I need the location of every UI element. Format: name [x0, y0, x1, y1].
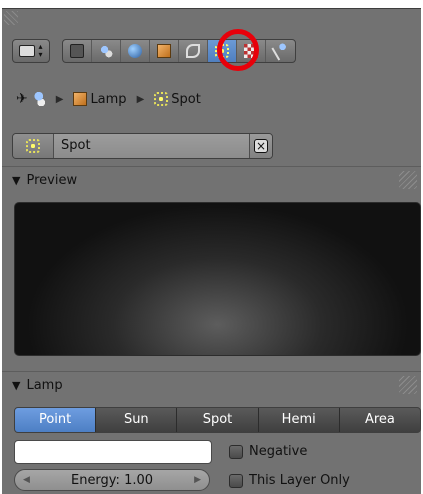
checkbox-label: Negative [249, 444, 308, 459]
tab-render-layers[interactable] [92, 40, 121, 62]
lamp-object-icon [73, 92, 88, 106]
tab-constraints[interactable] [179, 40, 208, 62]
lamp-type-selector: Point Sun Spot Hemi Area [14, 407, 421, 433]
browse-lamp-button[interactable] [13, 134, 54, 158]
decrement-arrow-icon[interactable]: ◀ [23, 475, 30, 485]
breadcrumb-label: Spot [171, 91, 201, 107]
context-tab-row: ▴ ▾ [12, 29, 412, 71]
datablock-name-field[interactable]: Spot [54, 134, 249, 158]
breadcrumb: ✈ ▶ Lamp ▶ Spot [16, 89, 201, 109]
spot-lamp-icon [154, 92, 169, 106]
lamp-preview-render [14, 202, 421, 356]
unlink-datablock-button[interactable]: × [249, 134, 272, 158]
lamp-type-spot[interactable]: Spot [177, 408, 259, 432]
lamp-type-sun[interactable]: Sun [96, 408, 178, 432]
this-layer-only-checkbox[interactable] [229, 473, 243, 488]
scene-icon [33, 92, 46, 106]
spot-lamp-icon [26, 139, 40, 153]
properties-editor: ▴ ▾ ✈ ▶ Lamp ▶ Spot Spot × ▼ Preview ▼ L… [2, 8, 421, 494]
lamp-datablock-selector: Spot × [12, 133, 273, 159]
negative-checkbox[interactable] [229, 444, 243, 459]
constraints-icon [186, 44, 200, 58]
energy-value: Energy: 1.00 [70, 472, 154, 488]
object-icon [157, 44, 171, 58]
particles-icon [270, 41, 291, 61]
area-split-handle[interactable] [4, 11, 18, 25]
panel-header-preview[interactable]: ▼ Preview [2, 166, 421, 193]
panel-drag-grip[interactable] [399, 376, 417, 394]
lamp-type-area[interactable]: Area [340, 408, 420, 432]
negative-checkbox-row[interactable]: Negative [229, 444, 307, 459]
panel-header-lamp[interactable]: ▼ Lamp [2, 371, 421, 398]
pin-icon[interactable]: ✈ [16, 91, 28, 107]
render-layers-icon [99, 44, 113, 58]
tab-render[interactable] [63, 40, 92, 62]
tab-lamp-data[interactable] [208, 40, 237, 62]
world-icon [128, 44, 142, 58]
lamp-type-hemi[interactable]: Hemi [259, 408, 340, 432]
lamp-type-point[interactable]: Point [15, 408, 97, 432]
breadcrumb-item-lamp-object: Lamp [73, 91, 127, 107]
lamp-data-icon [215, 44, 229, 58]
properties-editor-icon [19, 45, 36, 57]
tab-particles[interactable] [266, 40, 295, 62]
checkbox-label: This Layer Only [249, 473, 350, 488]
increment-arrow-icon[interactable]: ▶ [194, 475, 201, 485]
editor-type-selector[interactable]: ▴ ▾ [12, 39, 50, 63]
tab-world[interactable] [121, 40, 150, 62]
collapse-triangle-icon: ▼ [12, 378, 21, 392]
this-layer-only-checkbox-row[interactable]: This Layer Only [229, 473, 350, 488]
breadcrumb-separator-icon: ▶ [136, 93, 145, 105]
lamp-color-field[interactable] [14, 440, 212, 464]
tab-texture[interactable] [237, 40, 266, 62]
breadcrumb-label: Lamp [90, 91, 127, 107]
energy-slider[interactable]: ◀ Energy: 1.00 ▶ [14, 469, 210, 491]
window-top-margin [0, 0, 423, 8]
collapse-triangle-icon: ▼ [12, 173, 21, 187]
tab-object[interactable] [150, 40, 179, 62]
texture-icon [244, 44, 258, 58]
breadcrumb-item-spot-data: Spot [154, 92, 201, 107]
panel-title: Lamp [26, 377, 63, 393]
panel-drag-grip[interactable] [399, 171, 417, 189]
context-tabs [62, 39, 296, 63]
breadcrumb-separator-icon: ▶ [55, 93, 64, 105]
close-icon: × [254, 139, 268, 153]
chevron-updown-icon: ▴ ▾ [38, 42, 43, 59]
panel-title: Preview [26, 172, 78, 188]
render-camera-icon [70, 44, 84, 58]
